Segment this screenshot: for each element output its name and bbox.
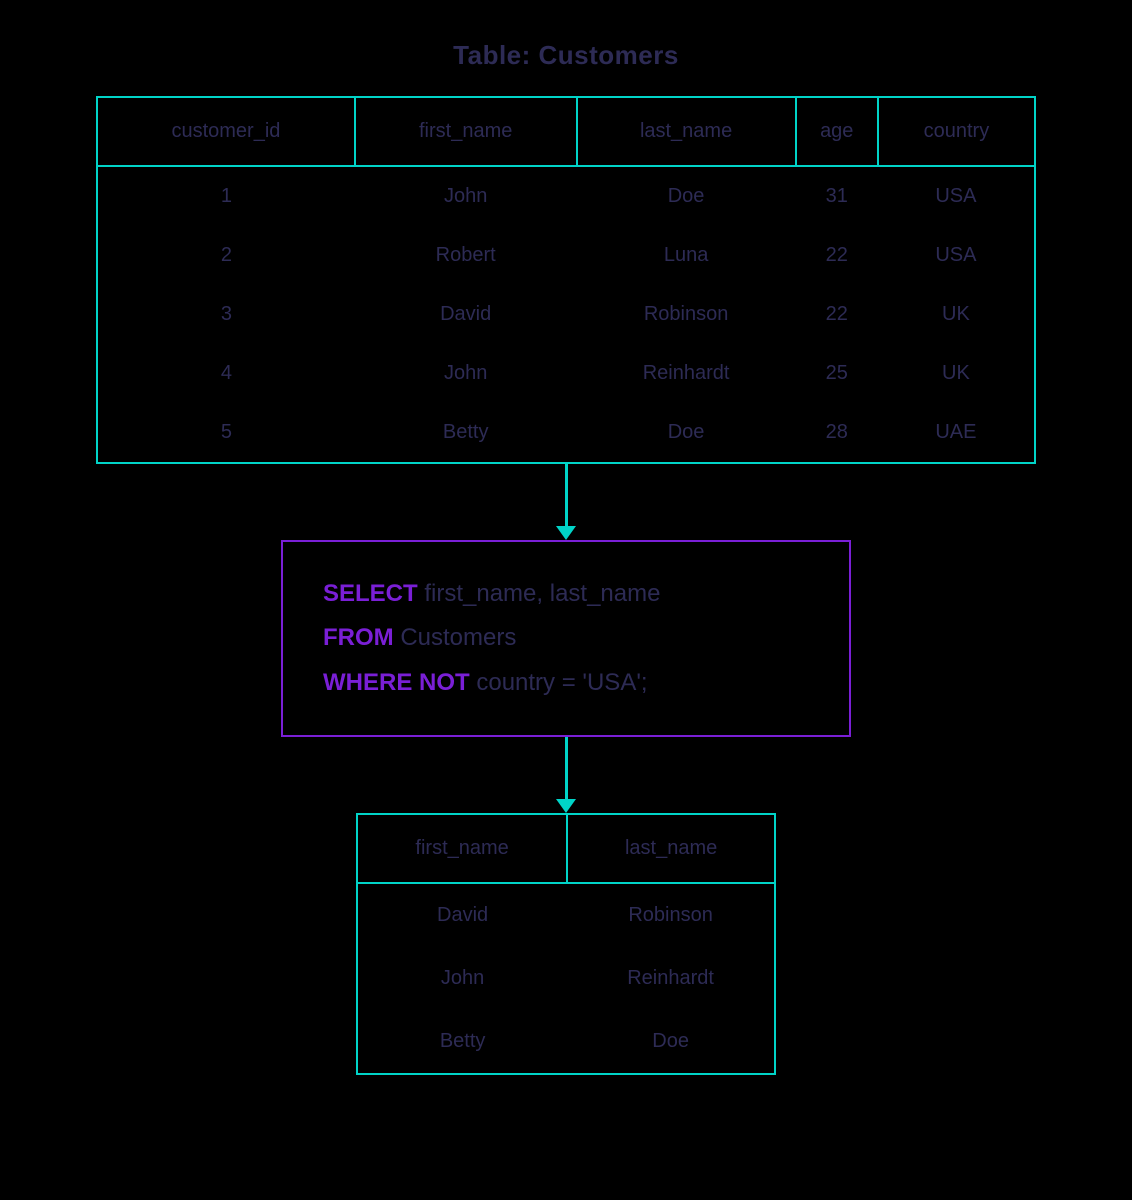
col-header: first_name	[357, 814, 567, 883]
sql-text: Customers	[394, 624, 517, 651]
cell: John	[357, 947, 567, 1010]
cell: John	[355, 166, 577, 226]
cell: Robinson	[577, 285, 796, 344]
cell: USA	[878, 226, 1035, 285]
result-table: first_name last_name David Robinson John…	[356, 813, 776, 1075]
cell: 22	[796, 285, 878, 344]
cell: Doe	[577, 166, 796, 226]
cell: David	[355, 285, 577, 344]
sql-line: FROM Customers	[323, 616, 809, 660]
cell: UK	[878, 344, 1035, 403]
table-row: Betty Doe	[357, 1010, 775, 1074]
cell: 22	[796, 226, 878, 285]
cell: 3	[97, 285, 355, 344]
cell: Reinhardt	[567, 947, 775, 1010]
table-row: David Robinson	[357, 883, 775, 947]
cell: UK	[878, 285, 1035, 344]
cell: USA	[878, 166, 1035, 226]
cell: Betty	[357, 1010, 567, 1074]
col-header: first_name	[355, 97, 577, 166]
cell: 25	[796, 344, 878, 403]
sql-query-box: SELECT first_name, last_name FROM Custom…	[281, 540, 851, 737]
cell: 5	[97, 403, 355, 463]
col-header: last_name	[577, 97, 796, 166]
cell: Robert	[355, 226, 577, 285]
cell: Doe	[567, 1010, 775, 1074]
table-title: Table: Customers	[453, 40, 679, 71]
sql-keyword-from: FROM	[323, 624, 394, 651]
table-row: 2 Robert Luna 22 USA	[97, 226, 1035, 285]
sql-line: WHERE NOT country = 'USA';	[323, 661, 809, 705]
cell: Reinhardt	[577, 344, 796, 403]
table-row: John Reinhardt	[357, 947, 775, 1010]
cell: 1	[97, 166, 355, 226]
col-header: last_name	[567, 814, 775, 883]
cell: Doe	[577, 403, 796, 463]
sql-text: country = 'USA';	[470, 669, 648, 696]
cell: 31	[796, 166, 878, 226]
sql-text: first_name, last_name	[418, 580, 661, 607]
table-row: 3 David Robinson 22 UK	[97, 285, 1035, 344]
table-row: 5 Betty Doe 28 UAE	[97, 403, 1035, 463]
sql-line: SELECT first_name, last_name	[323, 572, 809, 616]
cell: 2	[97, 226, 355, 285]
col-header: age	[796, 97, 878, 166]
sql-keyword-where-not: WHERE NOT	[323, 669, 470, 696]
table-row: 4 John Reinhardt 25 UK	[97, 344, 1035, 403]
cell: Robinson	[567, 883, 775, 947]
cell: UAE	[878, 403, 1035, 463]
cell: Betty	[355, 403, 577, 463]
col-header: country	[878, 97, 1035, 166]
cell: Luna	[577, 226, 796, 285]
sql-keyword-select: SELECT	[323, 580, 418, 607]
cell: John	[355, 344, 577, 403]
table-row: 1 John Doe 31 USA	[97, 166, 1035, 226]
arrow-down-icon	[556, 737, 576, 813]
customers-table: customer_id first_name last_name age cou…	[96, 96, 1036, 464]
cell: David	[357, 883, 567, 947]
cell: 4	[97, 344, 355, 403]
col-header: customer_id	[97, 97, 355, 166]
arrow-down-icon	[556, 464, 576, 540]
cell: 28	[796, 403, 878, 463]
